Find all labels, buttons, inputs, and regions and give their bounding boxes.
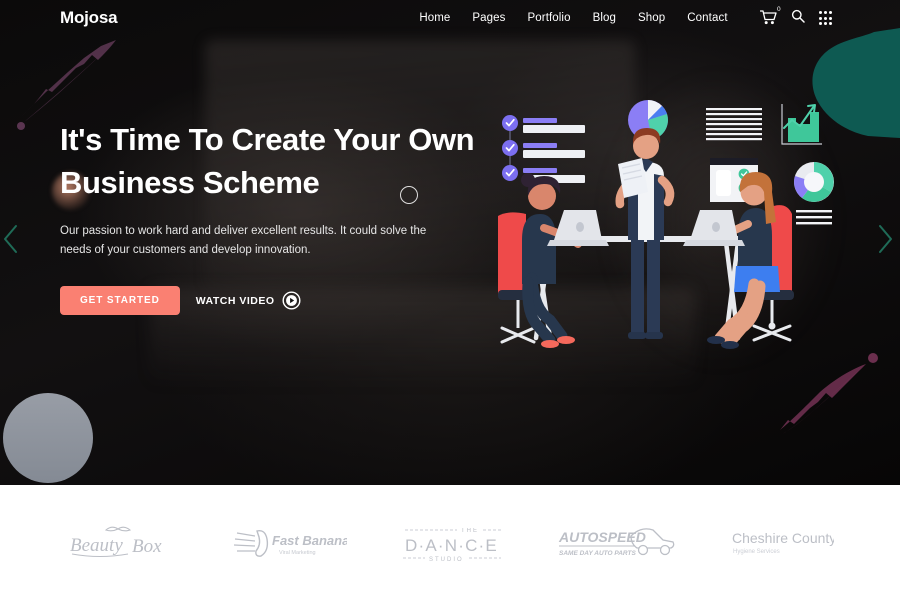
striped-lines-graphic xyxy=(706,108,762,141)
nav-item-shop[interactable]: Shop xyxy=(638,12,665,24)
svg-text:Box: Box xyxy=(132,536,162,557)
slider-prev-button[interactable] xyxy=(0,222,22,256)
chevron-right-icon xyxy=(879,225,892,253)
cart-count-badge: 0 xyxy=(777,6,781,13)
svg-text:Hygiene Services: Hygiene Services xyxy=(733,549,780,555)
header-icon-group: 0 xyxy=(759,6,832,28)
play-circle-icon xyxy=(282,291,301,310)
nav-item-pages[interactable]: Pages xyxy=(472,12,505,24)
cart-button[interactable]: 0 xyxy=(759,6,781,26)
svg-text:THE: THE xyxy=(461,528,479,534)
grid-dot xyxy=(829,11,832,15)
page-root: Mojosa Home Pages Portfolio Blog Shop Co… xyxy=(0,0,900,600)
nav-item-contact[interactable]: Contact xyxy=(687,12,727,24)
hero-cta-row: GET STARTED WATCH VIDEO xyxy=(60,286,480,315)
watch-video-label: WATCH VIDEO xyxy=(195,294,275,307)
brand-logo-dance-studio[interactable]: THE D·A·N·C·E STUDIO xyxy=(399,521,505,565)
svg-text:Viral Marketing: Viral Marketing xyxy=(279,550,316,556)
grey-circle-shape xyxy=(3,393,93,483)
svg-text:Cheshire County: Cheshire County xyxy=(732,530,834,546)
hero-content: It's Time To Create Your Own Business Sc… xyxy=(60,118,480,315)
hero-headline: It's Time To Create Your Own Business Sc… xyxy=(60,122,475,200)
grid-dot xyxy=(829,21,832,25)
man-standing-center xyxy=(615,128,675,339)
brand-logo-fast-banana[interactable]: Fast Banana Viral Marketing xyxy=(231,523,347,563)
site-header: Mojosa Home Pages Portfolio Blog Shop Co… xyxy=(0,0,900,36)
chevron-left-icon xyxy=(4,225,17,253)
grid-dot xyxy=(823,11,827,15)
grid-dot xyxy=(818,16,822,20)
bar-chart-graphic xyxy=(781,104,822,145)
brand-logo-bar: Beauty Box Fast Banana Viral Marketing T… xyxy=(0,485,900,600)
brand-logo-beautybox[interactable]: Beauty Box xyxy=(66,521,178,565)
nav-item-home[interactable]: Home xyxy=(419,12,450,24)
search-button[interactable] xyxy=(791,9,805,28)
donut-caption-lines xyxy=(796,210,832,225)
woman-seated-left xyxy=(498,173,609,348)
svg-text:D·A·N·C·E: D·A·N·C·E xyxy=(405,536,498,555)
brand-logo-cheshire-county[interactable]: Cheshire County Hygiene Services xyxy=(730,523,834,563)
nav-item-blog[interactable]: Blog xyxy=(593,12,616,24)
slider-next-button[interactable] xyxy=(874,222,896,256)
grid-menu-button[interactable] xyxy=(818,11,832,25)
grid-dot xyxy=(818,21,822,25)
grid-dot xyxy=(818,11,822,15)
search-icon xyxy=(791,9,805,23)
checklist-graphic xyxy=(502,115,585,183)
nav-item-portfolio[interactable]: Portfolio xyxy=(528,12,571,24)
svg-text:STUDIO: STUDIO xyxy=(429,557,464,563)
donut-chart-graphic xyxy=(794,162,834,202)
business-team-illustration xyxy=(492,88,892,368)
grid-dot xyxy=(823,16,827,20)
hero-subtext: Our passion to work hard and deliver exc… xyxy=(60,225,427,256)
svg-text:Fast Banana: Fast Banana xyxy=(272,533,347,548)
svg-text:SAME DAY AUTO PARTS: SAME DAY AUTO PARTS xyxy=(559,550,636,557)
grid-dot xyxy=(823,21,827,25)
grid-dot xyxy=(829,16,832,20)
brand-logo-autospeed[interactable]: AUTOSPEED SAME DAY AUTO PARTS xyxy=(557,522,677,564)
watch-video-button[interactable]: WATCH VIDEO xyxy=(196,291,301,310)
main-navigation: Home Pages Portfolio Blog Shop Contact 0 xyxy=(419,6,900,28)
cart-icon xyxy=(759,10,777,25)
svg-text:Beauty: Beauty xyxy=(70,535,123,556)
site-logo[interactable]: Mojosa xyxy=(60,8,118,28)
get-started-button[interactable]: GET STARTED xyxy=(60,286,180,315)
